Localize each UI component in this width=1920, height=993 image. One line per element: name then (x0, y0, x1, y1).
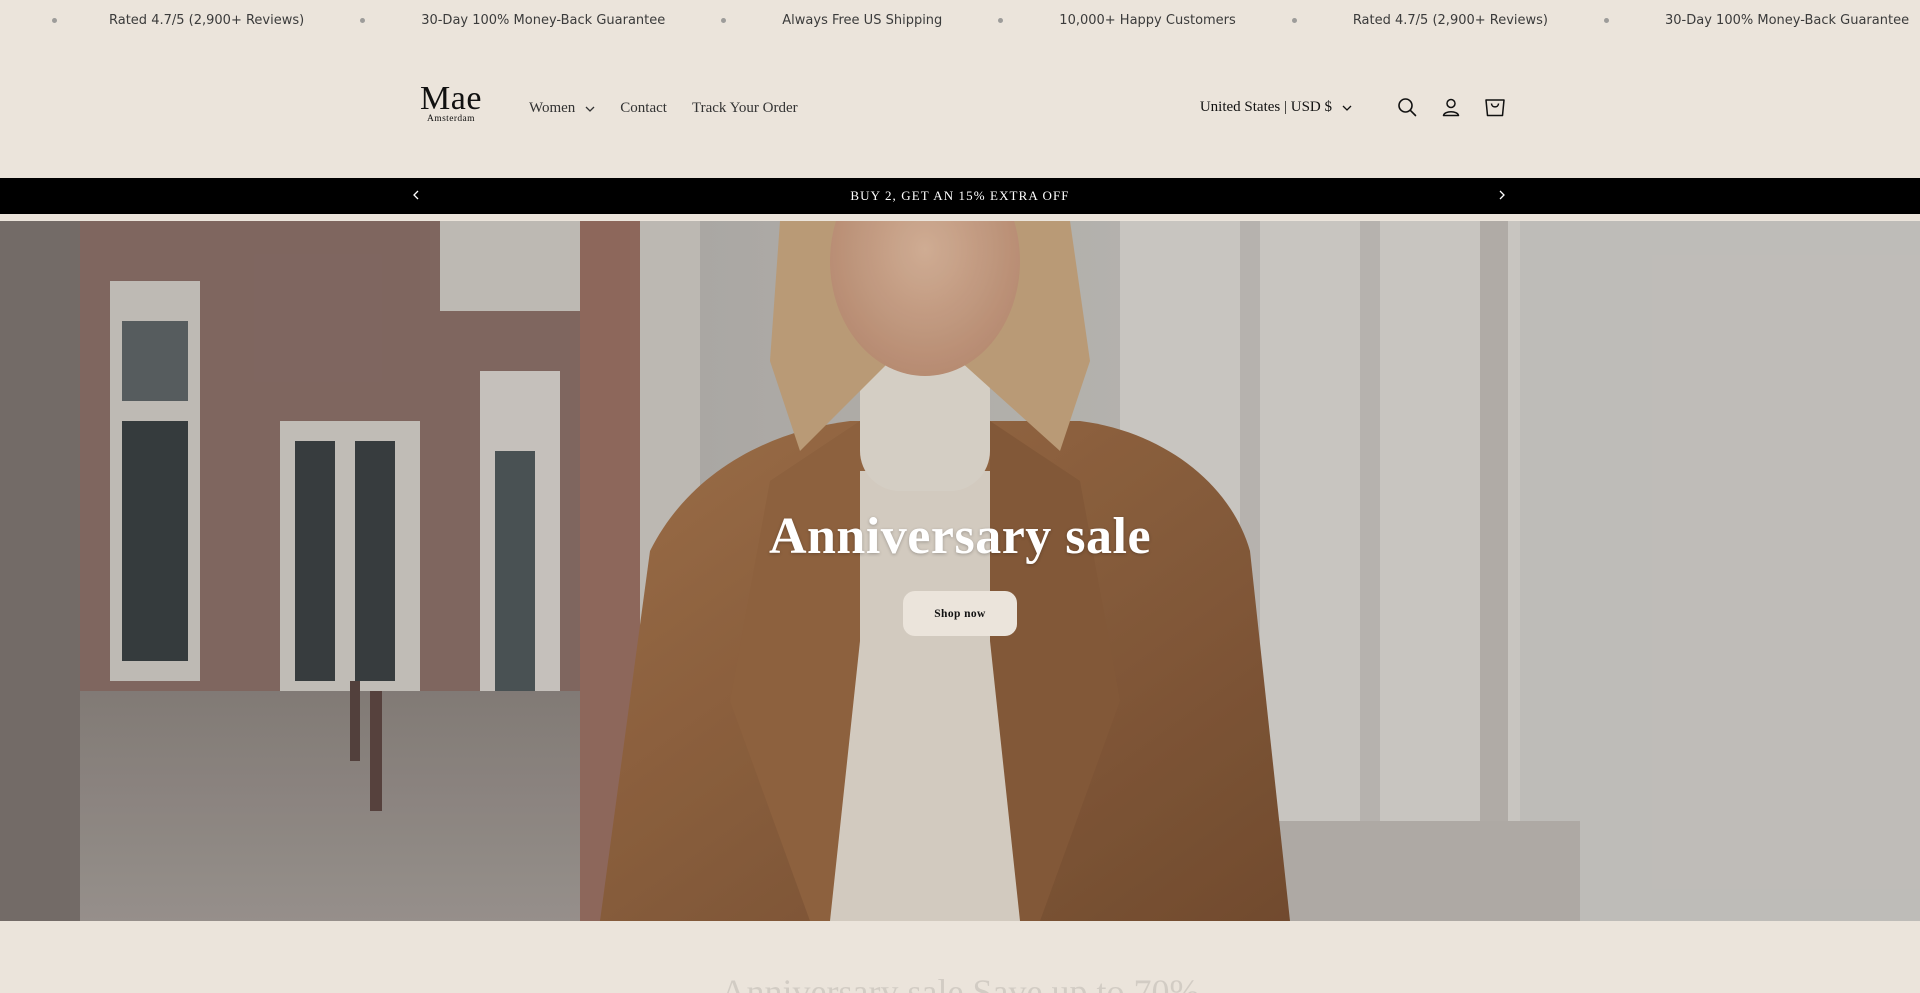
bullet-icon (998, 18, 1004, 23)
announcement-text: BUY 2, GET AN 15% EXTRA OFF (850, 188, 1070, 203)
header-actions: United States | USD $ (1200, 96, 1506, 118)
announcement-bar: BUY 2, GET AN 15% EXTRA OFF (0, 178, 1920, 214)
marquee-item-text: Rated 4.7/5 (2,900+ Reviews) (1352, 13, 1549, 28)
hero-banner: Anniversary sale Shop now (0, 221, 1920, 921)
chevron-right-icon[interactable] (1494, 187, 1510, 203)
marquee-item-text: Rated 4.7/5 (2,900+ Reviews) (109, 13, 305, 28)
hero-overlay (0, 221, 1920, 921)
marquee-item-text: 30-Day 100% Money-Back Guarantee (1665, 13, 1910, 28)
section-heading: Anniversary sale Save up to 70% (720, 972, 1200, 993)
account-icon[interactable] (1440, 96, 1462, 118)
bullet-icon (721, 18, 727, 23)
brand-logo[interactable]: Mae Amsterdam (411, 80, 491, 125)
trust-marquee: Rated 4.7/5 (2,900+ Reviews) 30-Day 100%… (0, 0, 1920, 42)
nav-item-women[interactable]: Women (529, 100, 595, 117)
bullet-icon (360, 18, 366, 23)
marquee-item-text: Always Free US Shipping (782, 13, 943, 28)
chevron-down-icon (1342, 99, 1352, 116)
shop-now-button[interactable]: Shop now (903, 591, 1017, 636)
chevron-down-icon (585, 100, 595, 117)
search-icon[interactable] (1396, 96, 1418, 118)
marquee-item: Always Free US Shipping (665, 13, 942, 28)
marquee-item: Rated 4.7/5 (2,900+ Reviews) (52, 13, 304, 28)
bullet-icon (1604, 18, 1610, 23)
cart-icon[interactable] (1484, 96, 1506, 118)
nav-item-label: Women (529, 100, 576, 116)
bullet-icon (1291, 18, 1297, 23)
nav-item-label: Track Your Order (691, 100, 798, 116)
marquee-track: Rated 4.7/5 (2,900+ Reviews) 30-Day 100%… (52, 13, 1909, 28)
marquee-item: 30-Day 100% Money-Back Guarantee (1548, 13, 1909, 28)
nav-item-contact[interactable]: Contact (620, 100, 667, 117)
nav-item-track-order[interactable]: Track Your Order (692, 100, 798, 117)
next-section: Anniversary sale Save up to 70% (0, 925, 1920, 993)
locale-label: United States | USD $ (1199, 98, 1332, 115)
marquee-item-text: 10,000+ Happy Customers (1059, 13, 1236, 28)
main-nav: Women Contact Track Your Order (529, 100, 823, 117)
logo-name: Mae (420, 80, 482, 117)
marquee-item: Rated 4.7/5 (2,900+ Reviews) (1236, 13, 1548, 28)
nav-item-label: Contact (620, 100, 667, 116)
hero-title: Anniversary sale (768, 508, 1152, 565)
marquee-item: 30-Day 100% Money-Back Guarantee (304, 13, 665, 28)
marquee-item: 10,000+ Happy Customers (942, 13, 1236, 28)
marquee-item-text: 30-Day 100% Money-Back Guarantee (421, 13, 666, 28)
site-header: Mae Amsterdam Women Contact Track Your O… (0, 42, 1920, 178)
locale-selector[interactable]: United States | USD $ (1200, 99, 1352, 116)
bullet-icon (52, 18, 57, 23)
